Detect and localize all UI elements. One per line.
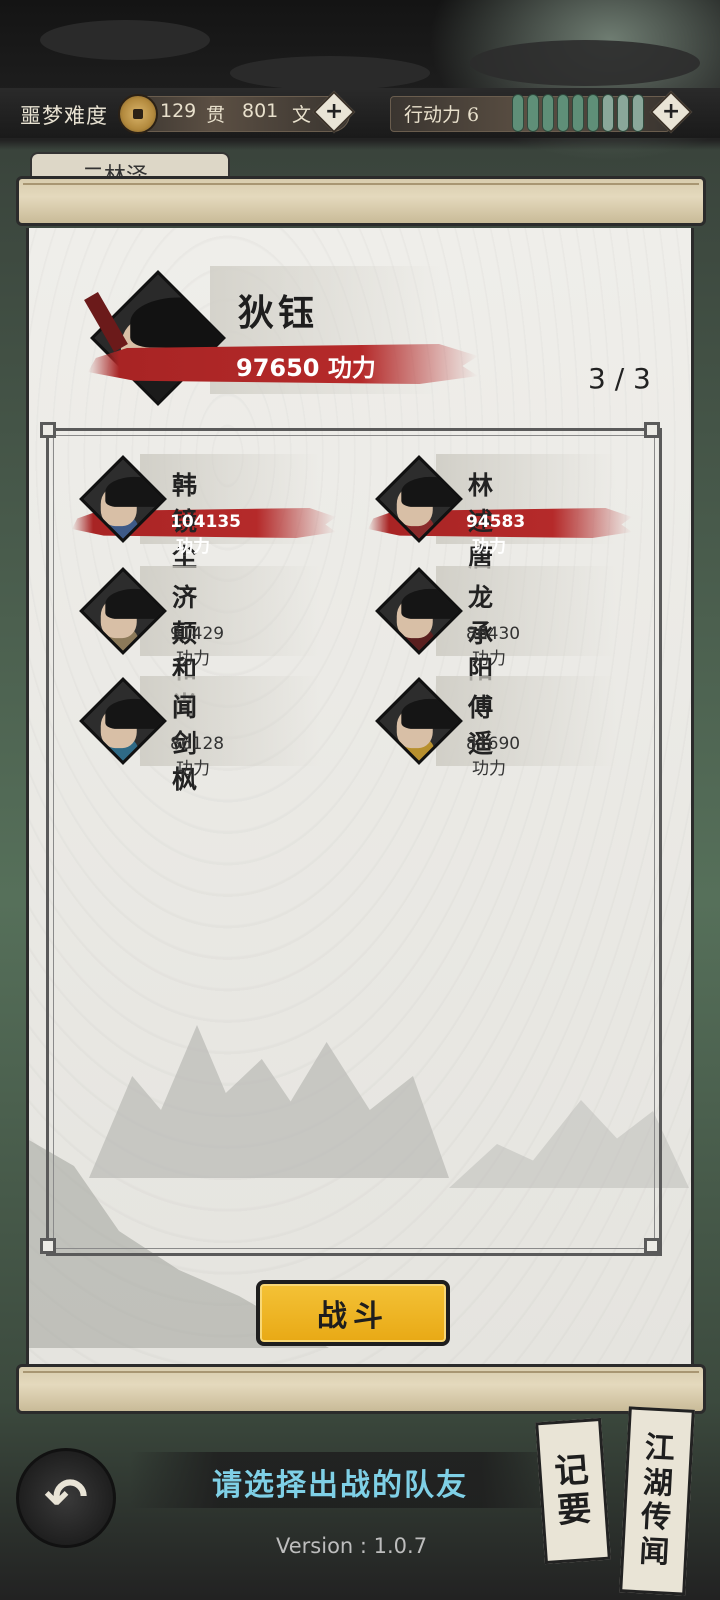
- plus-icon: +: [324, 99, 344, 124]
- action-point-segment: [527, 94, 539, 132]
- companion-power-unit: 功力: [176, 537, 210, 557]
- frame-corner: [644, 1238, 660, 1254]
- action-points-label: 行动力 6: [404, 104, 480, 126]
- leader-name: 狄钰: [238, 292, 319, 334]
- companion-power-unit: 功力: [472, 649, 506, 669]
- companion-roster: [46, 428, 662, 1256]
- plus-icon: +: [661, 99, 681, 124]
- cloud: [470, 40, 700, 86]
- companion-power-value: 104135: [170, 512, 241, 532]
- companion-power-unit: 功力: [472, 537, 506, 557]
- companion-card-bg: [436, 566, 616, 656]
- companion-power-unit: 功力: [176, 649, 210, 669]
- companion-card-bg: [140, 676, 320, 766]
- companion-power: 94583 功力: [466, 512, 525, 557]
- action-point-segment: [542, 94, 554, 132]
- notes-button-label: 记要: [553, 1449, 593, 1532]
- back-button[interactable]: ↶: [16, 1448, 116, 1548]
- undo-arrow-icon: ↶: [44, 1468, 88, 1528]
- team-counter: 3 / 3: [588, 362, 651, 395]
- companion-power: 81690 功力: [466, 734, 520, 779]
- leader-power-value: 97650: [236, 354, 320, 382]
- leader-power: 97650 功力: [236, 348, 376, 383]
- companion-power-value: 86128: [170, 734, 225, 754]
- hint-text: 请选择出战的队友: [212, 1468, 468, 1503]
- notes-button[interactable]: 记要: [535, 1417, 611, 1565]
- companion-power-value: 81690: [466, 734, 521, 754]
- companion-power-unit: 功力: [472, 759, 506, 779]
- rumors-button-label: 江湖传闻: [638, 1430, 676, 1571]
- action-point-segment: [512, 94, 524, 132]
- companion-power-value: 94583: [466, 512, 526, 532]
- frame-corner: [40, 1238, 56, 1254]
- frame-corner: [644, 422, 660, 438]
- scroll-top-rod: [16, 176, 706, 226]
- companion-power: 91429 功力: [170, 624, 224, 669]
- companion-power: 86430 功力: [466, 624, 520, 669]
- action-point-segment: [632, 94, 644, 132]
- companion-card-bg: [436, 676, 616, 766]
- cloud: [230, 56, 430, 90]
- action-point-segment: [587, 94, 599, 132]
- action-point-segment: [572, 94, 584, 132]
- wen-amount: 801: [242, 100, 279, 122]
- companion-card-bg: [140, 566, 320, 656]
- frame-corner: [40, 422, 56, 438]
- companion-power: 104135 功力: [170, 512, 241, 557]
- rumors-button[interactable]: 江湖传闻: [619, 1406, 695, 1596]
- guan-amount: 129: [160, 100, 197, 122]
- action-point-segment: [602, 94, 614, 132]
- guan-unit: 贯: [206, 104, 226, 126]
- cloud: [40, 20, 210, 60]
- scroll-bottom-rod: [16, 1364, 706, 1414]
- wen-unit: 文: [292, 104, 312, 126]
- coin-icon: [118, 94, 158, 134]
- version-label: Version : 1.0.7: [276, 1534, 428, 1558]
- companion-power-unit: 功力: [176, 759, 210, 779]
- companion-power: 86128 功力: [170, 734, 224, 779]
- action-point-segment: [617, 94, 629, 132]
- leader-power-unit: 功力: [327, 353, 376, 382]
- fight-button[interactable]: 战斗: [256, 1280, 450, 1346]
- roster-inner-border: [53, 435, 655, 1249]
- companion-power-value: 91429: [170, 624, 225, 644]
- action-point-segment: [557, 94, 569, 132]
- difficulty-label: 噩梦难度: [20, 104, 108, 128]
- companion-power-value: 86430: [466, 624, 521, 644]
